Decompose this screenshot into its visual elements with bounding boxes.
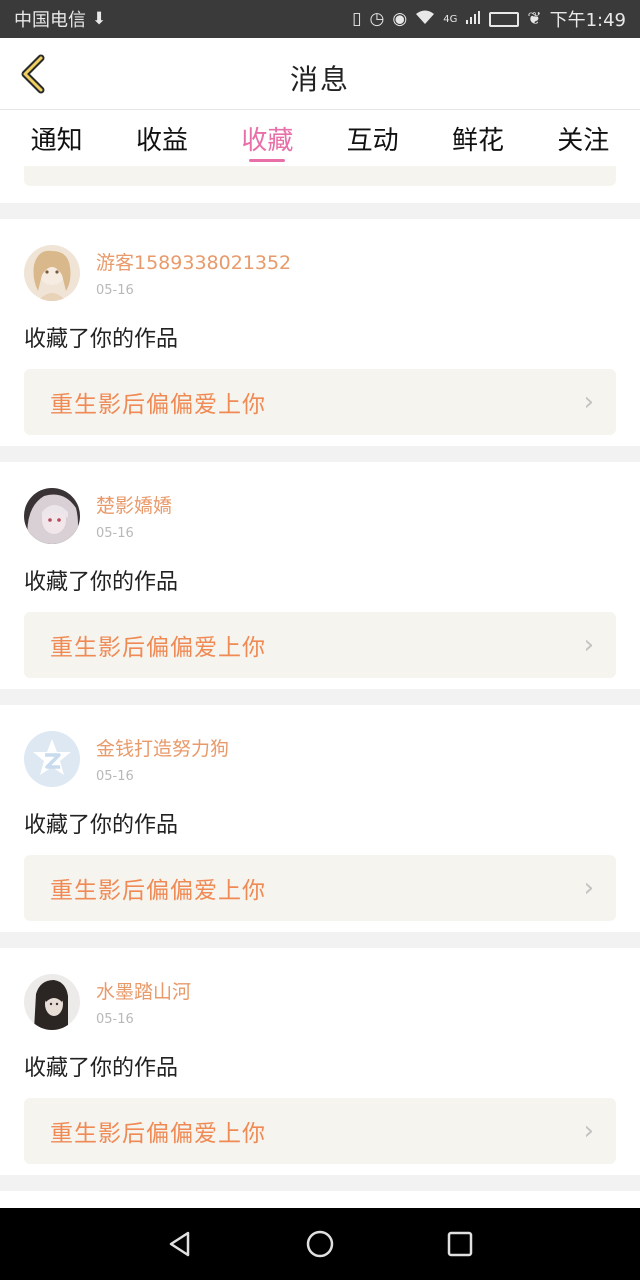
download-icon: ⬇ (92, 8, 107, 29)
username-link[interactable]: 楚影嬌嬌 (96, 491, 172, 518)
message-card: 楚影嬌嬌 05-16 收藏了你的作品 重生影后偏偏爱上你 › (0, 462, 640, 689)
tab-favorites[interactable]: 收藏 (233, 110, 301, 166)
work-link[interactable]: 重生影后偏偏爱上你 › (24, 1098, 616, 1164)
avatar[interactable] (24, 974, 80, 1030)
wifi-icon (415, 9, 435, 29)
message-card: 水墨踏山河 05-16 收藏了你的作品 重生影后偏偏爱上你 › (0, 948, 640, 1175)
eye-icon: ◉ (392, 8, 408, 29)
system-nav-bar (0, 1208, 640, 1280)
action-text: 收藏了你的作品 (24, 1056, 179, 1081)
leaf-icon: ❦ (527, 8, 542, 29)
action-text: 收藏了你的作品 (24, 813, 179, 838)
work-title: 重生影后偏偏爱上你 (50, 1121, 266, 1147)
chevron-right-icon: › (583, 387, 594, 417)
tab-follows[interactable]: 关注 (549, 110, 617, 166)
avatar[interactable] (24, 488, 80, 544)
status-bar: 中国电信 ⬇ ▯ ◷ ◉ 4G ❦ 下午1:49 (0, 0, 640, 38)
action-text: 收藏了你的作品 (24, 570, 179, 595)
user-row: 水墨踏山河 05-16 (24, 974, 616, 1030)
tab-interactions[interactable]: 互动 (339, 110, 407, 166)
user-row: 楚影嬌嬌 05-16 (24, 488, 616, 544)
clock-label: 下午1:49 (549, 10, 626, 31)
username-link[interactable]: 金钱打造努力狗 (96, 734, 229, 761)
message-date: 05-16 (96, 526, 134, 541)
message-list[interactable]: 游客15893380213​52 05-16 收藏了你的作品 重生影后偏偏爱上你… (0, 166, 640, 1208)
nav-recents-button[interactable] (430, 1214, 490, 1274)
page-title: 消息 (289, 63, 350, 96)
triangle-back-icon (169, 1231, 190, 1257)
user-row: 游客15893380213​52 05-16 (24, 245, 616, 301)
avatar[interactable] (24, 245, 80, 301)
nav-home-button[interactable] (290, 1214, 350, 1274)
tab-earnings[interactable]: 收益 (128, 110, 196, 166)
action-text: 收藏了你的作品 (24, 327, 179, 352)
chevron-right-icon: › (583, 873, 594, 903)
work-link[interactable]: 重生影后偏偏爱上你 › (24, 855, 616, 921)
status-right: ▯ ◷ ◉ 4G ❦ 下午1:49 (352, 6, 626, 32)
username-link[interactable]: 水墨踏山河 (96, 977, 191, 1004)
work-title: 重生影后偏偏爱上你 (50, 392, 266, 418)
work-link[interactable]: 重生影后偏偏爱上你 › (24, 612, 616, 678)
avatar[interactable] (24, 731, 80, 787)
tab-notifications[interactable]: 通知 (23, 110, 91, 166)
nav-back-button[interactable] (150, 1214, 210, 1274)
app-header: 消息 (0, 38, 640, 110)
work-title: 重生影后偏偏爱上你 (50, 878, 266, 904)
status-left: 中国电信 ⬇ (14, 6, 106, 32)
tab-flowers[interactable]: 鲜花 (444, 110, 512, 166)
alarm-icon: ◷ (369, 8, 385, 29)
message-date: 05-16 (96, 1012, 134, 1027)
battery-icon (489, 11, 520, 27)
network-type: 4G (443, 13, 458, 25)
message-date: 05-16 (96, 283, 134, 298)
next-card-top (0, 1191, 640, 1208)
previous-card-tail (0, 166, 640, 203)
message-card: 游客15893380213​52 05-16 收藏了你的作品 重生影后偏偏爱上你… (0, 219, 640, 446)
chevron-right-icon: › (583, 1116, 594, 1146)
username-link[interactable]: 游客15893380213​52 (96, 248, 291, 275)
user-row: 金钱打造努力狗 05-16 (24, 731, 616, 787)
signal-icon (465, 9, 481, 29)
work-title: 重生影后偏偏爱上你 (50, 635, 266, 661)
circle-home-icon (306, 1230, 334, 1258)
square-recents-icon (447, 1231, 473, 1257)
chevron-right-icon: › (583, 630, 594, 660)
carrier-label: 中国电信 (14, 10, 86, 31)
vibrate-icon: ▯ (352, 8, 362, 29)
message-date: 05-16 (96, 769, 134, 784)
message-card: 金钱打造努力狗 05-16 收藏了你的作品 重生影后偏偏爱上你 › (0, 705, 640, 932)
work-link[interactable]: 重生影后偏偏爱上你 › (24, 369, 616, 435)
tab-bar: 通知 收益 收藏 互动 鲜花 关注 (0, 110, 640, 166)
